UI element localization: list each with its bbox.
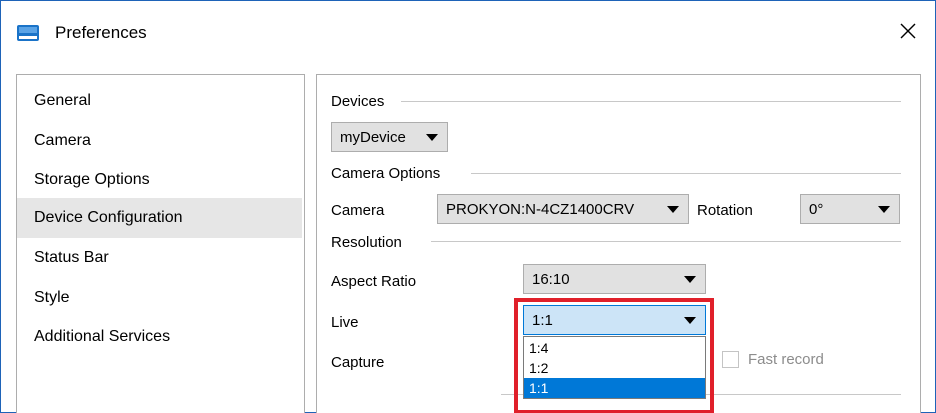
live-option-1-1[interactable]: 1:1 [524,378,705,398]
nav-item-status-bar[interactable]: Status Bar [17,238,302,278]
chevron-down-icon [684,317,696,324]
devices-group-line [401,101,901,102]
preferences-window: Preferences General Camera Storage Optio… [0,0,936,413]
live-select[interactable]: 1:1 [523,305,706,335]
live-dropdown-list: 1:4 1:2 1:1 [523,336,706,399]
live-option-1-4[interactable]: 1:4 [524,338,705,358]
live-option-1-2[interactable]: 1:2 [524,358,705,378]
device-select[interactable]: myDevice [331,122,448,152]
rotation-select[interactable]: 0° [800,194,900,224]
camera-options-group-line [471,173,901,174]
nav-item-general[interactable]: General [17,81,302,121]
camera-label: Camera [331,202,385,219]
devices-group-label: Devices [331,93,395,110]
live-label: Live [331,314,359,331]
live-select-value: 1:1 [532,312,553,329]
nav-item-device-configuration[interactable]: Device Configuration [17,198,302,238]
nav-item-camera[interactable]: Camera [17,121,302,161]
close-icon [900,23,916,43]
resolution-group-line [431,241,901,242]
window-title: Preferences [55,23,147,42]
aspect-ratio-select-value: 16:10 [532,271,570,288]
rotation-select-value: 0° [809,201,824,218]
nav-item-additional-services[interactable]: Additional Services [17,317,302,357]
resolution-group-label: Resolution [331,234,412,251]
device-select-value: myDevice [340,129,406,146]
window-app-icon [17,25,39,41]
camera-select[interactable]: PROKYON:N-4CZ1400CRV [437,194,689,224]
chevron-down-icon [667,206,679,213]
camera-options-group-label: Camera Options [331,165,451,182]
nav-item-style[interactable]: Style [17,278,302,318]
chevron-down-icon [426,134,438,141]
camera-select-value: PROKYON:N-4CZ1400CRV [446,201,635,218]
fast-record-checkbox[interactable] [722,351,739,368]
nav-item-storage-options[interactable]: Storage Options [17,160,302,200]
fast-record-label: Fast record [748,351,824,368]
close-button[interactable] [889,15,927,51]
aspect-ratio-label: Aspect Ratio [331,273,417,290]
rotation-label: Rotation [697,202,753,219]
title-bar: Preferences [1,1,935,67]
capture-label: Capture [331,354,385,371]
chevron-down-icon [684,276,696,283]
preferences-nav-list: General Camera Storage Options Device Co… [16,74,305,413]
chevron-down-icon [878,206,890,213]
aspect-ratio-select[interactable]: 16:10 [523,264,706,294]
